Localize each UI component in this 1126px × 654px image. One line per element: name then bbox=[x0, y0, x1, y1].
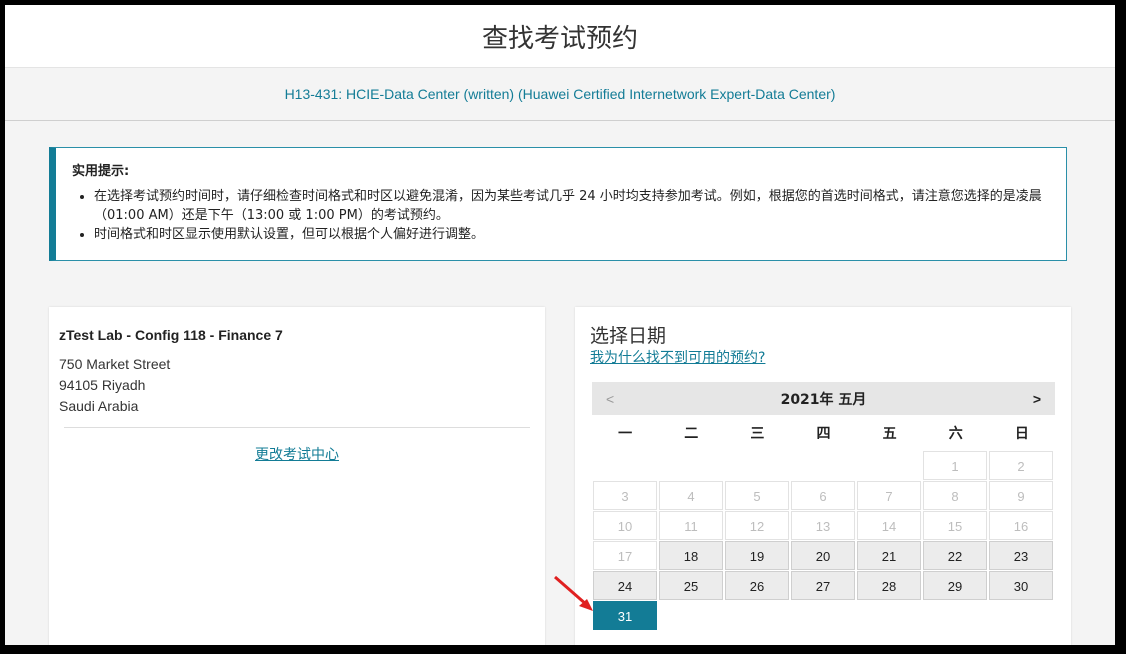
tip-panel: 实用提示: 在选择考试预约时间时，请仔细检查时间格式和时区以避免混淆，因为某些考… bbox=[49, 147, 1067, 261]
calendar-day: 17 bbox=[593, 541, 657, 570]
weekday-label: 一 bbox=[618, 426, 633, 442]
page-header: 查找考试预约 bbox=[5, 5, 1115, 68]
calendar-day: 5 bbox=[725, 481, 789, 510]
weekday-label: 二 bbox=[684, 426, 699, 442]
calendar-day: 7 bbox=[857, 481, 921, 510]
calendar-day[interactable]: 28 bbox=[857, 571, 921, 600]
exam-name: H13-431: HCIE-Data Center (written) (Hua… bbox=[5, 68, 1115, 121]
calendar-day: 1 bbox=[923, 451, 987, 480]
calendar-day[interactable]: 29 bbox=[923, 571, 987, 600]
next-month-button[interactable]: > bbox=[1033, 391, 1041, 407]
tip-item: 在选择考试预约时间时，请仔细检查时间格式和时区以避免混淆，因为某些考试几乎 24… bbox=[94, 187, 1048, 225]
calendar-day: 6 bbox=[791, 481, 855, 510]
location-address: 750 Market Street 94105 Riyadh Saudi Ara… bbox=[59, 354, 170, 417]
date-picker-title: 选择日期 bbox=[590, 325, 667, 347]
calendar-day: 11 bbox=[659, 511, 723, 540]
annotation-arrow-icon bbox=[554, 575, 593, 611]
location-name: zTest Lab - Config 118 - Finance 7 bbox=[59, 327, 283, 343]
calendar-day: 3 bbox=[593, 481, 657, 510]
calendar-day: 4 bbox=[659, 481, 723, 510]
calendar-header: < 2021年 五月 > bbox=[592, 382, 1055, 415]
address-line: Saudi Arabia bbox=[59, 398, 139, 414]
calendar-day: 2 bbox=[989, 451, 1053, 480]
calendar-day: 15 bbox=[923, 511, 987, 540]
calendar-day[interactable]: 25 bbox=[659, 571, 723, 600]
tip-item: 时间格式和时区显示使用默认设置，但可以根据个人偏好进行调整。 bbox=[94, 225, 1048, 244]
change-test-center-link[interactable]: 更改考试中心 bbox=[49, 444, 545, 464]
weekday-label: 五 bbox=[882, 426, 897, 442]
weekday-label: 四 bbox=[816, 426, 831, 442]
date-picker-card: 选择日期 我为什么找不到可用的预约? < 2021年 五月 > 一 二 三 四 … bbox=[575, 307, 1071, 645]
calendar-day: 8 bbox=[923, 481, 987, 510]
weekday-label: 六 bbox=[948, 426, 963, 442]
weekday-label: 三 bbox=[750, 426, 765, 442]
why-no-appointments-link[interactable]: 我为什么找不到可用的预约? bbox=[590, 347, 765, 367]
change-test-center-label[interactable]: 更改考试中心 bbox=[255, 447, 339, 463]
calendar-day[interactable]: 24 bbox=[593, 571, 657, 600]
calendar-day: 14 bbox=[857, 511, 921, 540]
app-frame: 查找考试预约 H13-431: HCIE-Data Center (writte… bbox=[5, 5, 1115, 645]
tip-title: 实用提示: bbox=[72, 164, 130, 179]
tip-list: 在选择考试预约时间时，请仔细检查时间格式和时区以避免混淆，因为某些考试几乎 24… bbox=[72, 187, 1048, 244]
calendar-day[interactable]: 18 bbox=[659, 541, 723, 570]
calendar-day: 16 bbox=[989, 511, 1053, 540]
calendar-day[interactable]: 19 bbox=[725, 541, 789, 570]
calendar-day[interactable]: 22 bbox=[923, 541, 987, 570]
calendar-day[interactable]: 23 bbox=[989, 541, 1053, 570]
calendar-day: 12 bbox=[725, 511, 789, 540]
address-line: 94105 Riyadh bbox=[59, 377, 146, 393]
calendar-day-selected[interactable]: 31 bbox=[593, 601, 657, 630]
location-card: zTest Lab - Config 118 - Finance 7 750 M… bbox=[49, 307, 545, 645]
calendar: < 2021年 五月 > 一 二 三 四 五 六 日 1 2 3 4 5 6 7 8 9 10 11… bbox=[592, 382, 1055, 630]
calendar-day[interactable]: 20 bbox=[791, 541, 855, 570]
calendar-day: 13 bbox=[791, 511, 855, 540]
weekday-label: 日 bbox=[1014, 426, 1029, 442]
divider bbox=[64, 427, 530, 428]
calendar-day[interactable]: 27 bbox=[791, 571, 855, 600]
calendar-day[interactable]: 21 bbox=[857, 541, 921, 570]
calendar-month-title: 2021年 五月 bbox=[780, 391, 867, 408]
prev-month-button[interactable]: < bbox=[606, 391, 614, 407]
address-line: 750 Market Street bbox=[59, 356, 171, 372]
calendar-day: 10 bbox=[593, 511, 657, 540]
calendar-day: 9 bbox=[989, 481, 1053, 510]
calendar-day-grid: 1 2 3 4 5 6 7 8 9 10 11 12 13 14 15 16 17 18 19 20 21 22 23 24 2… bbox=[592, 451, 1055, 630]
calendar-day[interactable]: 30 bbox=[989, 571, 1053, 600]
weekday-row: 一 二 三 四 五 六 日 bbox=[592, 415, 1055, 451]
page-title: 查找考试预约 bbox=[481, 23, 638, 54]
calendar-day[interactable]: 26 bbox=[725, 571, 789, 600]
